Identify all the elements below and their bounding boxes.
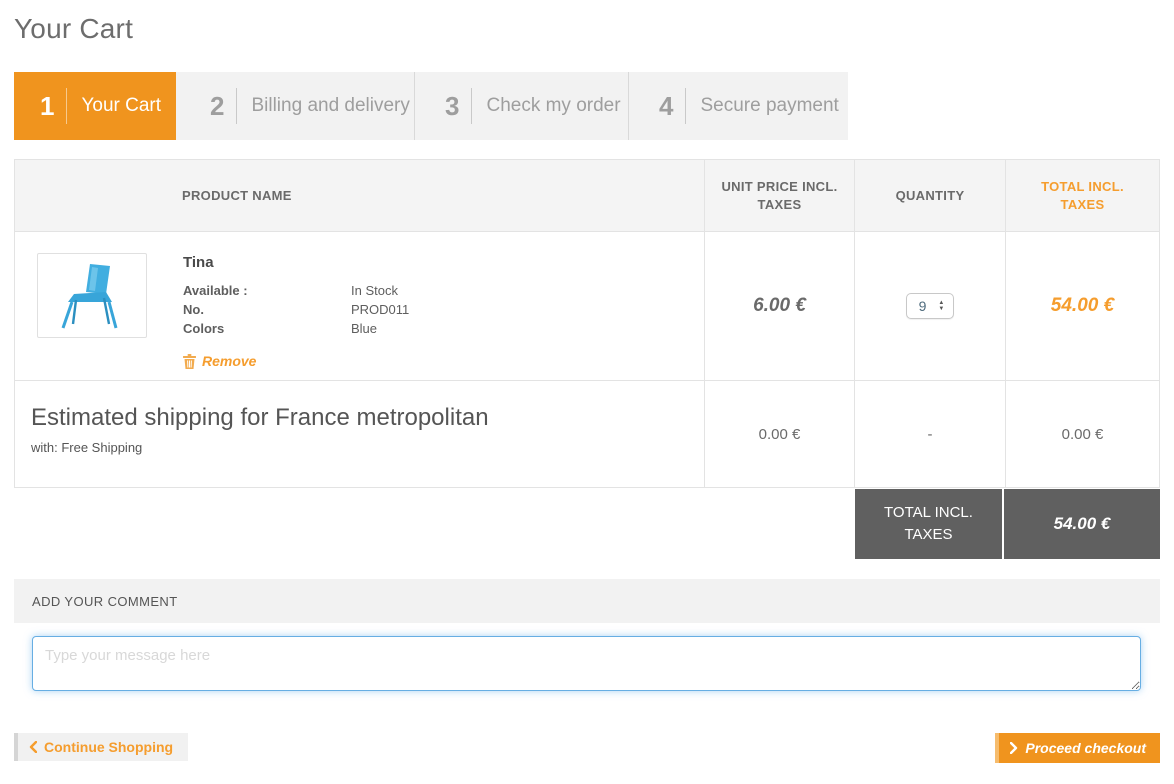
comment-textarea[interactable] (32, 636, 1141, 691)
step-secure-payment[interactable]: 4 Secure payment (628, 72, 848, 140)
shipping-row: Estimated shipping for France metropolit… (15, 380, 1159, 487)
blue-chair-image (48, 260, 136, 332)
step-number: 1 (40, 91, 54, 122)
line-total-value: 54.00 € (1051, 295, 1114, 317)
quantity-cell: 9 ▲▼ (854, 232, 1005, 380)
attribute-label: No. (183, 300, 351, 319)
cart-table-header: PRODUCT NAME UNIT PRICE INCL. TAXES QUAN… (15, 160, 1159, 232)
chevron-left-icon (29, 741, 37, 753)
attribute-label: Available : (183, 281, 351, 300)
shipping-info-cell: Estimated shipping for France metropolit… (15, 381, 704, 487)
grand-total-value: 54.00 € (1054, 514, 1111, 534)
shipping-carrier: with: Free Shipping (31, 440, 704, 455)
header-quantity: QUANTITY (854, 160, 1005, 231)
cart-total-bar: TOTAL INCL. TAXES 54.00 € (14, 489, 1160, 559)
remove-item-link[interactable]: Remove (183, 353, 256, 369)
shipping-total: 0.00 € (1062, 426, 1104, 443)
comment-section-title: ADD YOUR COMMENT (32, 594, 178, 609)
remove-label: Remove (202, 353, 256, 369)
shipping-unit-price-cell: 0.00 € (704, 381, 854, 487)
step-check-order[interactable]: 3 Check my order (414, 72, 628, 140)
comment-section-header: ADD YOUR COMMENT (14, 579, 1160, 623)
product-attribute: Available : In Stock (183, 281, 409, 300)
product-attribute: No. PROD011 (183, 300, 409, 319)
comment-section-body (14, 623, 1160, 713)
product-name: Tina (183, 254, 409, 271)
unit-price-cell: 6.00 € (704, 232, 854, 380)
cart-total-box: TOTAL INCL. TAXES 54.00 € (855, 489, 1160, 559)
product-row: Tina Available : In Stock No. PROD011 Co… (15, 232, 1159, 380)
attribute-value: PROD011 (351, 300, 409, 319)
step-divider (685, 88, 686, 124)
quantity-stepper[interactable]: 9 ▲▼ (906, 293, 955, 319)
grand-total-label-cell: TOTAL INCL. TAXES (855, 489, 1004, 559)
product-attribute: Colors Blue (183, 319, 409, 338)
proceed-checkout-label: Proceed checkout (1025, 740, 1146, 756)
checkout-steps: 1 Your Cart 2 Billing and delivery 3 Che… (14, 72, 848, 140)
quantity-value: 9 (919, 298, 927, 314)
attribute-value: Blue (351, 319, 377, 338)
grand-total-label: TOTAL INCL. TAXES (874, 502, 984, 546)
product-image[interactable] (37, 253, 147, 338)
step-divider (66, 88, 67, 124)
step-your-cart[interactable]: 1 Your Cart (14, 72, 176, 140)
cart-table: PRODUCT NAME UNIT PRICE INCL. TAXES QUAN… (14, 159, 1160, 488)
trash-icon (183, 354, 196, 369)
step-billing-delivery[interactable]: 2 Billing and delivery (176, 72, 414, 140)
attribute-value: In Stock (351, 281, 398, 300)
shipping-total-cell: 0.00 € (1005, 381, 1159, 487)
product-info: Tina Available : In Stock No. PROD011 Co… (183, 253, 409, 380)
continue-shopping-label: Continue Shopping (44, 739, 173, 755)
step-number: 3 (445, 91, 459, 122)
comment-section: ADD YOUR COMMENT (14, 579, 1160, 713)
shipping-quantity-cell: - (854, 381, 1005, 487)
stepper-arrows-icon[interactable]: ▲▼ (938, 300, 944, 312)
shipping-quantity: - (928, 426, 933, 443)
header-unit-price: UNIT PRICE INCL. TAXES (704, 160, 854, 231)
continue-shopping-button[interactable]: Continue Shopping (14, 733, 188, 761)
header-total: TOTAL INCL. TAXES (1005, 160, 1159, 231)
header-product-name: PRODUCT NAME (15, 160, 704, 231)
shipping-title: Estimated shipping for France metropolit… (31, 404, 704, 432)
shipping-unit-price: 0.00 € (759, 426, 801, 443)
grand-total-value-cell: 54.00 € (1004, 489, 1160, 559)
step-label: Billing and delivery (251, 95, 409, 117)
step-number: 4 (659, 91, 673, 122)
bottom-actions: Continue Shopping Proceed checkout (14, 733, 1160, 763)
step-label: Check my order (486, 95, 620, 117)
step-number: 2 (210, 91, 224, 122)
proceed-checkout-button[interactable]: Proceed checkout (995, 733, 1160, 763)
attribute-label: Colors (183, 319, 351, 338)
chevron-right-icon (1010, 742, 1018, 754)
product-cell: Tina Available : In Stock No. PROD011 Co… (15, 232, 704, 380)
page-title: Your Cart (14, 13, 1160, 45)
step-divider (236, 88, 237, 124)
step-divider (471, 88, 472, 124)
unit-price-value: 6.00 € (753, 295, 806, 317)
step-label: Your Cart (81, 95, 161, 117)
step-label: Secure payment (700, 95, 838, 117)
line-total-cell: 54.00 € (1005, 232, 1159, 380)
